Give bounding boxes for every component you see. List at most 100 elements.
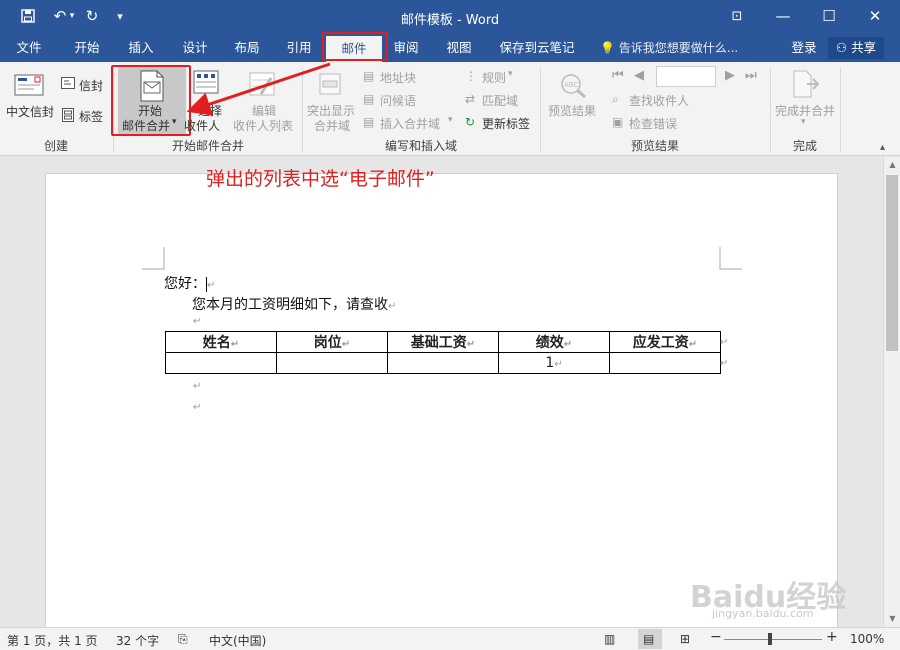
table-cell[interactable]	[165, 352, 277, 374]
check-errors-button: 检查错误	[629, 117, 678, 131]
body-line[interactable]: 您本月的工资明细如下，请查收↵	[192, 294, 396, 314]
table-cell[interactable]: 1↵	[498, 352, 610, 374]
find-recipient-icon: ⌕	[612, 92, 619, 106]
share-label: 共享	[851, 40, 877, 55]
paragraph-mark: ↵	[388, 301, 397, 312]
tab-review[interactable]: 审阅	[384, 34, 428, 62]
zoom-slider-thumb[interactable]	[768, 633, 772, 645]
lightbulb-icon: 💡	[600, 41, 615, 55]
match-fields-icon: ⇄	[465, 92, 476, 106]
tab-save-to-cloud-notes[interactable]: 保存到云笔记	[490, 34, 584, 62]
table-header-cell[interactable]: 姓名↵	[165, 331, 277, 353]
labels-button[interactable]: 标签	[79, 108, 103, 125]
preview-results-icon: ABC	[559, 72, 587, 101]
salary-table[interactable]: 姓名↵ 岗位↵ 基础工资↵ 绩效↵ 应发工资↵ 1↵	[165, 331, 721, 374]
update-labels-button[interactable]: 更新标签	[482, 115, 530, 132]
paragraph-mark: ↵	[193, 381, 202, 392]
svg-text:ABC: ABC	[564, 81, 578, 89]
table-header-cell[interactable]: 岗位↵	[276, 331, 388, 353]
edit-recipient-list-label-line2: 收件人列表	[233, 119, 294, 133]
paragraph-mark: ↵	[193, 316, 202, 327]
insert-merge-field-button: 插入合并域	[380, 117, 441, 131]
address-block-icon: ▤	[363, 69, 375, 83]
group-label-write-insert-fields: 编写和插入域	[384, 139, 457, 153]
greeting-line-button: 问候语	[380, 94, 417, 108]
table-cell[interactable]	[387, 352, 499, 374]
proofing-icon[interactable]: ⎘	[178, 632, 188, 647]
group-label-create: 创建	[43, 139, 68, 153]
page-margin-marks	[142, 247, 742, 270]
instruction-annotation: 弹出的列表中选“电子邮件”	[206, 168, 435, 190]
close-button[interactable]: ✕	[852, 0, 898, 32]
find-recipient-button: 查找收件人	[629, 94, 690, 108]
tell-me-text: 告诉我您想要做什么...	[618, 41, 739, 55]
last-record-icon: ⏭	[745, 68, 757, 83]
update-labels-icon[interactable]: ↻	[465, 115, 475, 129]
status-bar: 第 1 页，共 1 页 32 个字 ⎘ 中文(中国) ▥ ▤ ⊞ − + 100…	[0, 627, 900, 650]
highlight-merge-fields-label-line2: 合并域	[314, 119, 351, 133]
tab-file[interactable]: 文件	[0, 34, 58, 62]
tab-home[interactable]: 开始	[60, 34, 114, 62]
first-record-icon: ⏮	[612, 68, 624, 83]
highlight-box-mailings-tab	[322, 32, 388, 61]
group-label-preview-results: 预览结果	[630, 139, 679, 153]
tab-insert[interactable]: 插入	[114, 34, 168, 62]
read-mode-icon[interactable]: ▥	[604, 632, 615, 646]
scroll-up-icon[interactable]: ▲	[884, 157, 900, 173]
zoom-in-icon[interactable]: +	[826, 629, 838, 645]
paragraph-mark: ↵	[193, 402, 202, 413]
match-fields-button: 匹配域	[482, 94, 519, 108]
login-button[interactable]: 登录	[782, 34, 826, 62]
zoom-slider-track[interactable]	[724, 639, 822, 640]
record-number-input[interactable]	[656, 66, 716, 87]
title-bar: ↶ ▾ ↻ ▾ 邮件模板 - Word ⊡ — ☐ ✕	[0, 0, 900, 34]
page-count-status[interactable]: 第 1 页，共 1 页	[7, 632, 98, 649]
row-end-mark: ↵	[720, 358, 729, 369]
greeting-line-icon: ▤	[363, 92, 375, 106]
share-button[interactable]: ⚇ 共享	[828, 37, 884, 59]
table-header-cell[interactable]: 应发工资↵	[609, 331, 721, 353]
minimize-button[interactable]: —	[760, 0, 806, 32]
scroll-down-icon[interactable]: ▼	[884, 611, 900, 627]
tab-view[interactable]: 视图	[436, 34, 482, 62]
labels-icon[interactable]	[62, 108, 74, 125]
word-count-status[interactable]: 32 个字	[116, 632, 159, 649]
check-errors-icon: ▣	[612, 115, 624, 129]
zoom-level[interactable]: 100%	[850, 632, 884, 646]
document-area	[0, 157, 883, 627]
envelope-button[interactable]: 信封	[79, 77, 103, 94]
table-cell[interactable]	[276, 352, 388, 374]
select-recipients-label-line2[interactable]: 收件人	[184, 117, 220, 134]
group-separator	[840, 68, 841, 152]
ribbon-tabs: 文件 开始 插入 设计 布局 引用 邮件 审阅 视图 保存到云笔记 💡 告诉我您…	[0, 34, 900, 62]
next-record-icon: ▶	[725, 68, 735, 83]
chinese-envelope-icon[interactable]	[14, 74, 44, 99]
table-header-cell[interactable]: 基础工资↵	[387, 331, 499, 353]
document-page	[45, 173, 838, 627]
zoom-out-icon[interactable]: −	[710, 629, 722, 645]
table-header-row: 姓名↵ 岗位↵ 基础工资↵ 绩效↵ 应发工资↵	[165, 331, 721, 353]
chinese-envelope-button[interactable]: 中文信封	[6, 103, 54, 120]
insert-merge-field-icon: ▤	[363, 115, 375, 129]
tell-me-box[interactable]: 💡 告诉我您想要做什么...	[600, 34, 738, 62]
envelope-icon[interactable]	[61, 77, 75, 92]
language-status[interactable]: 中文(中国)	[209, 632, 266, 649]
rules-button: 规则	[482, 71, 507, 85]
web-layout-icon[interactable]: ⊞	[680, 632, 690, 646]
ribbon-display-options-icon[interactable]: ⊡	[714, 0, 760, 32]
table-cell[interactable]	[609, 352, 721, 374]
group-label-start-mail-merge: 开始邮件合并	[171, 139, 244, 153]
preview-results-button: 预览结果	[548, 104, 597, 118]
vertical-scrollbar[interactable]: ▲ ▼	[883, 157, 900, 627]
group-label-finish: 完成	[792, 139, 817, 153]
chevron-down-icon: ▾	[508, 69, 513, 79]
share-person-icon: ⚇	[835, 40, 848, 55]
greeting-line[interactable]: 您好：↵	[164, 273, 215, 293]
body-text: 您本月的工资明细如下，请查收	[192, 297, 388, 313]
maximize-button[interactable]: ☐	[806, 0, 852, 32]
scrollbar-thumb[interactable]	[886, 175, 898, 351]
chevron-down-icon: ▾	[448, 115, 453, 125]
print-layout-icon: ▤	[643, 632, 655, 646]
collapse-ribbon-icon[interactable]: ▴	[880, 142, 885, 153]
table-header-cell[interactable]: 绩效↵	[498, 331, 610, 353]
